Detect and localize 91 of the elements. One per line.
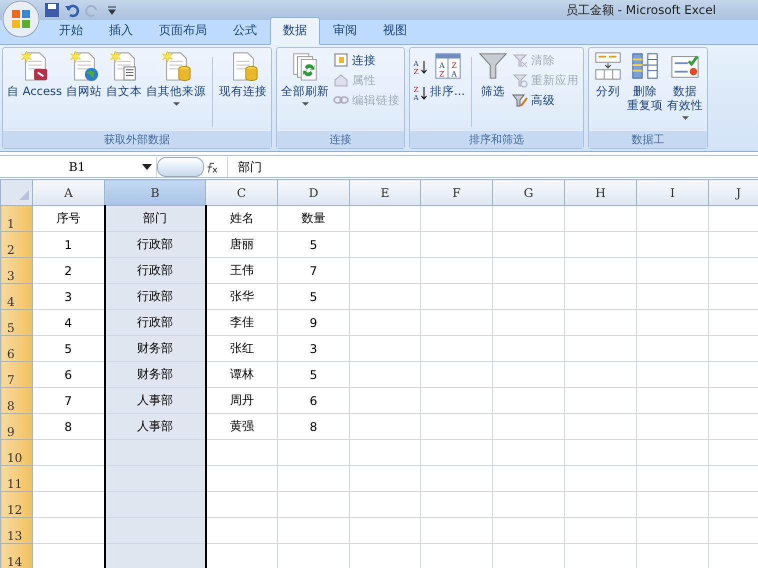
row-header[interactable]: 10 [0,440,32,466]
window-title: 员工金额 - Microsoft Excel [566,2,716,18]
table-cell: 9 [278,310,350,336]
split-column-icon [593,50,623,82]
table-cell: 谭林 [206,362,278,388]
row-header[interactable]: 8 [0,388,32,414]
row-header[interactable]: 13 [0,518,32,544]
table-cell: 人事部 [104,414,206,440]
caret-icon[interactable] [142,164,152,170]
formula-field[interactable]: 部门 [227,156,758,176]
ribbon-button[interactable]: 自其他来源 [144,49,208,107]
column-header[interactable]: J [708,180,758,206]
table-cell: 数量 [278,206,350,232]
table-cell: 张红 [206,336,278,362]
advanced-filter-icon [512,92,528,108]
group-label: 获取外部数据 [3,131,272,148]
group-label: 排序和筛选 [410,131,583,148]
row-header[interactable]: 11 [0,466,32,492]
ribbon-button[interactable]: 自 Access [5,49,64,99]
column-header[interactable]: D [278,180,350,206]
ribbon-tab[interactable]: 数据 [270,17,320,45]
ribbon-button[interactable]: A Z Z A 排序... [428,49,467,99]
ribbon-button[interactable]: 数据 有效性 [665,49,705,121]
table-cell: 黄强 [206,414,278,440]
table-cell: 张华 [206,284,278,310]
column-header[interactable]: G [492,180,564,206]
undo-icon[interactable] [64,2,80,18]
table-cell: 李佳 [206,310,278,336]
row-header[interactable]: 14 [0,544,32,568]
ribbon-tab[interactable]: 插入 [96,17,146,45]
table-cell: 行政部 [104,284,206,310]
ribbon-button[interactable]: 分列 [591,49,625,99]
ribbon-small-button[interactable]: 高级 [510,91,581,109]
row-header[interactable]: 1 [0,206,32,232]
row-header[interactable]: 7 [0,362,32,388]
ribbon-button[interactable]: 自网站 [64,49,104,99]
table-cell: 8 [278,414,350,440]
column-header[interactable]: A [32,180,104,206]
ribbon-button[interactable]: 现有连接 [217,49,270,99]
table-cell: 唐丽 [206,232,278,258]
table-cell: 人事部 [104,388,206,414]
table-cell: 5 [278,362,350,388]
ribbon-button[interactable]: 删除 重复项 [625,49,665,113]
reapply-filter-icon [512,72,528,88]
row-header[interactable]: 12 [0,492,32,518]
table-cell: 行政部 [104,258,206,284]
clear-filter-icon [512,52,528,68]
column-header[interactable]: F [420,180,492,206]
table-cell: 财务部 [104,336,206,362]
ribbon-tab[interactable]: 页面布局 [146,17,220,45]
properties-icon [333,72,350,88]
table-cell: 7 [278,258,350,284]
ribbon-button[interactable]: 筛选 [476,49,510,99]
group-label: 数据工 [589,131,707,148]
table-cell: 3 [278,336,350,362]
column-header[interactable]: I [636,180,708,206]
ribbon-tab[interactable]: 开始 [46,17,96,45]
ribbon-button[interactable]: 全部刷新 [279,49,332,107]
column-header[interactable]: E [350,180,420,206]
ribbon-tab[interactable]: 公式 [220,17,270,45]
row-header[interactable]: 9 [0,414,32,440]
row-header[interactable]: 5 [0,310,32,336]
table-cell: 部门 [104,206,206,232]
access-document-icon [20,50,50,82]
table-cell: 5 [278,284,350,310]
table-cell: 5 [278,232,350,258]
connection-icon [333,52,350,68]
resize-handle[interactable] [157,156,204,176]
table-cell: 姓名 [206,206,278,232]
globe-document-icon [69,50,100,82]
name-box[interactable]: B1 [0,156,157,176]
ribbon-small-button[interactable]: 连接 [331,51,402,69]
ribbon-tab[interactable]: 视图 [370,17,420,45]
table-cell: 王伟 [206,258,278,284]
table-cell: 周丹 [206,388,278,414]
table-cell: 财务部 [104,362,206,388]
table-cell: 行政部 [104,232,206,258]
row-header[interactable]: 6 [0,336,32,362]
ribbon-button[interactable]: 自文本 [104,49,144,99]
database-document-icon [161,50,192,82]
table-cell: 6 [278,388,350,414]
column-header[interactable]: H [564,180,636,206]
group-label: 连接 [277,131,404,148]
row-header[interactable]: 3 [0,258,32,284]
ribbon-tab[interactable]: 审阅 [320,17,370,45]
row-header[interactable]: 4 [0,284,32,310]
save-icon[interactable] [44,2,60,18]
row-header[interactable]: 2 [0,232,32,258]
table-cell: 行政部 [104,310,206,336]
column-header[interactable]: C [206,180,278,206]
column-header[interactable]: B [104,180,206,206]
